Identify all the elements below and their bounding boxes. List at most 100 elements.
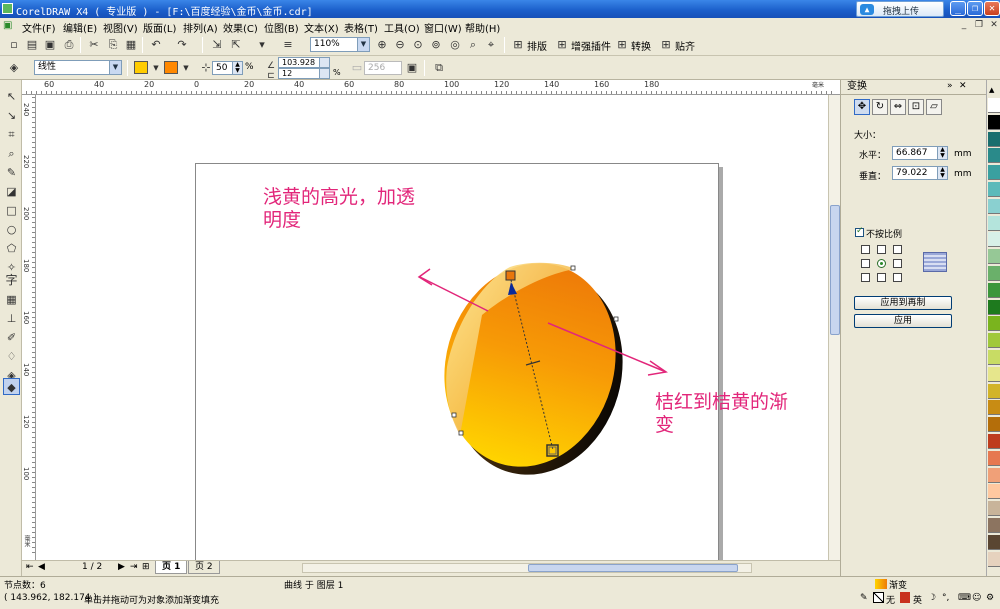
menu-effects[interactable]: 效果(C) bbox=[223, 20, 258, 35]
palette-swatch[interactable] bbox=[988, 215, 1000, 231]
import-icon[interactable]: ⇲ bbox=[209, 37, 225, 53]
palette-swatch[interactable] bbox=[988, 98, 1000, 113]
transform-scale-icon[interactable]: ⇔ bbox=[890, 99, 906, 115]
next-page-icon[interactable]: ▶ bbox=[118, 562, 125, 572]
zoom-out-icon[interactable]: ⊖ bbox=[392, 37, 408, 53]
transform-skew-icon[interactable]: ▱ bbox=[926, 99, 942, 115]
ime-user-icon[interactable]: ☺ bbox=[972, 593, 981, 603]
open-icon[interactable]: ▤ bbox=[24, 37, 40, 53]
maximize-button[interactable]: ❐ bbox=[967, 1, 983, 16]
export-icon[interactable]: ⇱ bbox=[228, 37, 244, 53]
ime-moon-icon[interactable]: ☽ bbox=[928, 593, 936, 603]
horizontal-ruler[interactable]: 60 40 20 0 20 40 60 80 100 120 140 160 180 毫米 bbox=[22, 80, 840, 95]
fill-presets-icon[interactable]: ◈ bbox=[6, 60, 22, 76]
angle-field[interactable]: 103.928 bbox=[278, 57, 330, 68]
palette-swatch[interactable] bbox=[988, 383, 1000, 399]
transform-rotate-icon[interactable]: ↻ bbox=[872, 99, 888, 115]
node-handle[interactable] bbox=[570, 265, 576, 271]
vertical-scrollbar[interactable] bbox=[828, 95, 840, 560]
palette-swatch[interactable] bbox=[988, 484, 1000, 500]
horizontal-size-field[interactable]: 66.867 ▲ ▼ bbox=[892, 146, 948, 160]
ime-punct-icon[interactable]: °, bbox=[942, 593, 949, 603]
menu-layout[interactable]: 版面(L) bbox=[143, 20, 176, 35]
page-tab-1[interactable]: 页 1 bbox=[155, 561, 188, 574]
anchor-top-right[interactable] bbox=[893, 245, 902, 254]
outline-tool-icon[interactable]: ♢ bbox=[3, 348, 20, 365]
document-icon[interactable]: ▣ bbox=[3, 20, 12, 31]
palette-swatch[interactable] bbox=[988, 198, 1000, 214]
palette-swatch[interactable] bbox=[988, 165, 1000, 181]
rectangle-tool-icon[interactable]: □ bbox=[3, 202, 20, 219]
plugin-convert[interactable]: 转换 bbox=[631, 38, 651, 53]
anchor-top-center[interactable] bbox=[877, 245, 886, 254]
upload-button[interactable]: ▲ 拖拽上传 bbox=[856, 1, 944, 17]
vertical-size-field[interactable]: 79.022 ▲ ▼ bbox=[892, 166, 948, 180]
menu-file[interactable]: 文件(F) bbox=[22, 20, 56, 35]
scroll-thumb[interactable] bbox=[528, 564, 738, 572]
palette-swatch[interactable] bbox=[988, 182, 1000, 197]
smart-fill-tool-icon[interactable]: ◪ bbox=[3, 183, 20, 200]
palette-swatch[interactable] bbox=[988, 333, 1000, 349]
palette-swatch[interactable] bbox=[988, 350, 1000, 365]
add-page-icon[interactable]: ⊞ bbox=[142, 562, 150, 572]
palette-swatch[interactable] bbox=[988, 249, 1000, 265]
ime-language[interactable]: 英 bbox=[913, 593, 922, 606]
table-tool-icon[interactable]: ▦ bbox=[3, 291, 20, 308]
node-handle[interactable] bbox=[613, 316, 619, 322]
menu-help[interactable]: 帮助(H) bbox=[465, 20, 500, 35]
new-icon[interactable]: ▫ bbox=[6, 37, 22, 53]
ime-settings-icon[interactable]: ⚙ bbox=[986, 593, 994, 603]
scroll-thumb[interactable] bbox=[830, 205, 840, 335]
palette-swatch[interactable] bbox=[988, 114, 1000, 130]
redo-icon[interactable]: ↷ bbox=[174, 37, 190, 53]
last-page-icon[interactable]: ⇥ bbox=[130, 562, 138, 572]
transform-size-icon[interactable]: ⊡ bbox=[908, 99, 924, 115]
save-icon[interactable]: ▣ bbox=[42, 37, 58, 53]
transform-position-icon[interactable]: ✥ bbox=[854, 99, 870, 115]
cut-icon[interactable]: ✂ bbox=[86, 37, 102, 53]
menu-edit[interactable]: 编辑(E) bbox=[63, 20, 97, 35]
spinner-icon[interactable] bbox=[319, 58, 329, 67]
menu-text[interactable]: 文本(X) bbox=[304, 20, 339, 35]
zoom-selected-icon[interactable]: ⊙ bbox=[410, 37, 426, 53]
dimension-tool-icon[interactable]: ⊥ bbox=[3, 310, 20, 327]
plugin-enhance[interactable]: 增强插件 bbox=[571, 38, 611, 53]
palette-swatch[interactable] bbox=[988, 417, 1000, 433]
palette-swatch[interactable] bbox=[988, 131, 1000, 147]
start-color-swatch[interactable] bbox=[134, 61, 148, 74]
zoom-level-select[interactable]: 110% ▼ bbox=[310, 37, 370, 52]
undo-icon[interactable]: ↶ bbox=[148, 37, 164, 53]
chevron-down-icon[interactable]: ▼ bbox=[148, 60, 164, 76]
node-handle[interactable] bbox=[458, 430, 464, 436]
zoom-tool-icon[interactable]: ⌕ bbox=[3, 145, 20, 162]
node-handle[interactable] bbox=[451, 412, 457, 418]
docker-close-icon[interactable]: ✕ bbox=[959, 81, 967, 91]
anchor-bottom-center[interactable] bbox=[877, 273, 886, 282]
eyedropper-tool-icon[interactable]: ✐ bbox=[3, 329, 20, 346]
fill-type-select[interactable]: 线性 ▼ bbox=[34, 60, 122, 75]
docker-expand-icon[interactable]: » bbox=[947, 81, 953, 91]
palette-scroll-up-icon[interactable]: ▲ bbox=[989, 86, 994, 94]
zoom-width-icon[interactable]: ⌕ bbox=[465, 37, 481, 53]
palette-swatch[interactable] bbox=[988, 501, 1000, 517]
gradient-start-handle[interactable] bbox=[505, 270, 516, 281]
spinner-icon[interactable]: ▲ ▼ bbox=[937, 167, 947, 179]
crop-tool-icon[interactable]: ⌗ bbox=[3, 126, 20, 143]
apply-to-duplicate-button[interactable]: 应用到再制 bbox=[854, 296, 952, 310]
steps-lock-icon[interactable]: ▣ bbox=[404, 60, 420, 76]
zoom-all-icon[interactable]: ⊚ bbox=[428, 37, 444, 53]
zoom-in-icon[interactable]: ⊕ bbox=[374, 37, 390, 53]
palette-swatch[interactable] bbox=[988, 316, 1000, 332]
palette-swatch[interactable] bbox=[988, 282, 1000, 298]
plugin-snap[interactable]: 贴齐 bbox=[675, 38, 695, 53]
polygon-tool-icon[interactable]: ⬠ bbox=[3, 240, 20, 257]
menu-window[interactable]: 窗口(W) bbox=[424, 20, 462, 35]
print-icon[interactable]: ⎙ bbox=[61, 37, 77, 53]
doc-restore-button[interactable]: ❐ bbox=[972, 19, 986, 32]
application-launcher-icon[interactable]: ▾ bbox=[254, 37, 270, 53]
copy-fill-properties-icon[interactable]: ⧉ bbox=[431, 60, 447, 76]
anchor-center[interactable] bbox=[877, 259, 886, 268]
plugin-typeset[interactable]: 排版 bbox=[527, 38, 547, 53]
palette-swatch[interactable] bbox=[988, 534, 1000, 550]
pick-tool-icon[interactable]: ↖ bbox=[3, 88, 20, 105]
